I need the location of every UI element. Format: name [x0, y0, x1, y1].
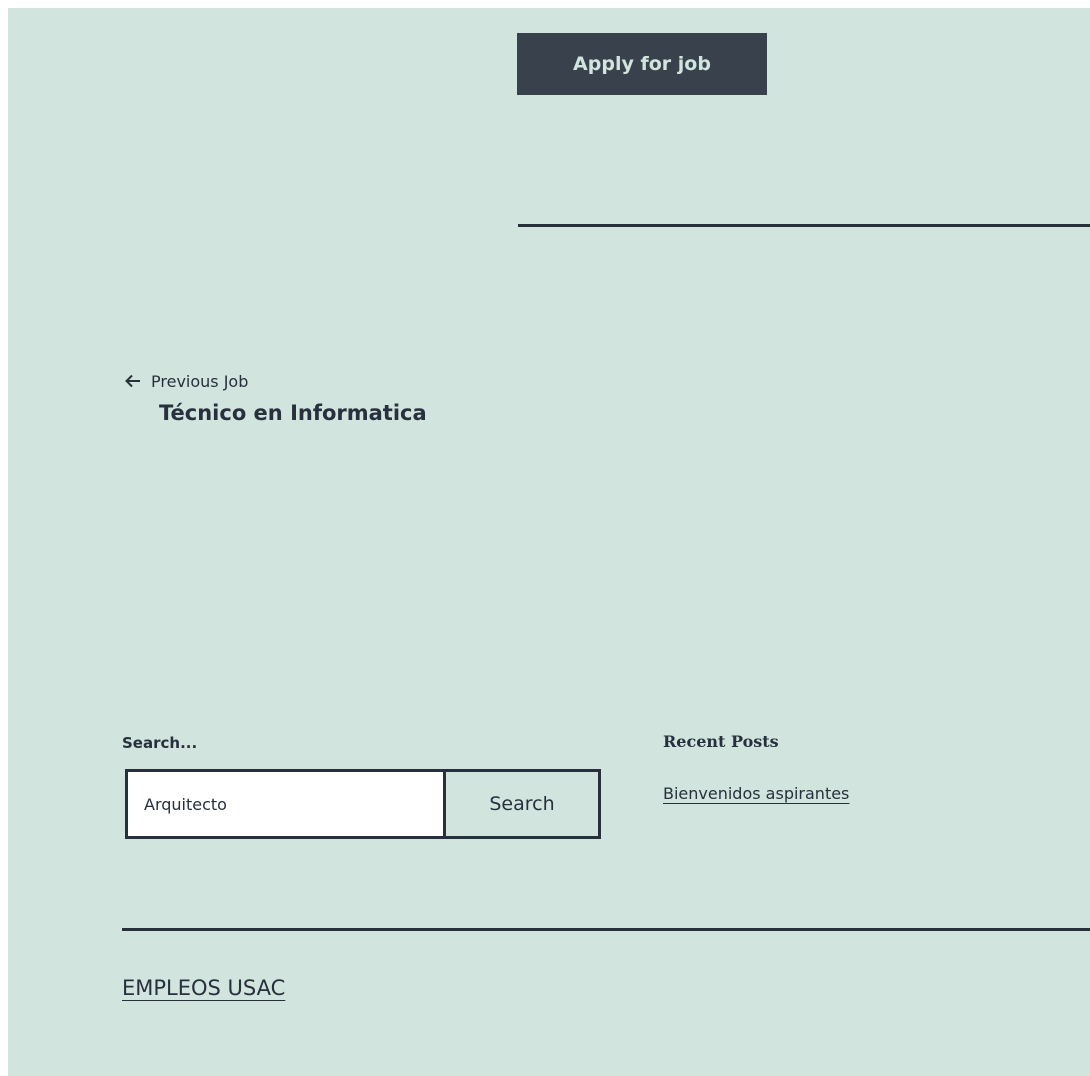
page-content: Apply for job Previous Job Técnico en In…: [8, 8, 1090, 1076]
search-button[interactable]: Search: [443, 769, 601, 839]
previous-job-title: Técnico en Informatica: [159, 401, 427, 425]
search-input[interactable]: [125, 769, 443, 839]
previous-job-meta: Previous Job: [122, 369, 427, 393]
recent-posts-heading: Recent Posts: [663, 732, 779, 751]
search-label: Search...: [122, 734, 198, 752]
recent-post-link[interactable]: Bienvenidos aspirantes: [663, 784, 849, 803]
previous-job-label: Previous Job: [151, 371, 249, 391]
site-name-link[interactable]: EMPLEOS USAC: [122, 976, 285, 1000]
footer-divider: [122, 928, 1090, 931]
content-divider: [518, 224, 1090, 227]
previous-job-link[interactable]: Previous Job Técnico en Informatica: [122, 369, 427, 425]
apply-for-job-button[interactable]: Apply for job: [517, 33, 767, 95]
arrow-left-icon: [122, 369, 144, 393]
search-form: Search: [125, 769, 601, 839]
